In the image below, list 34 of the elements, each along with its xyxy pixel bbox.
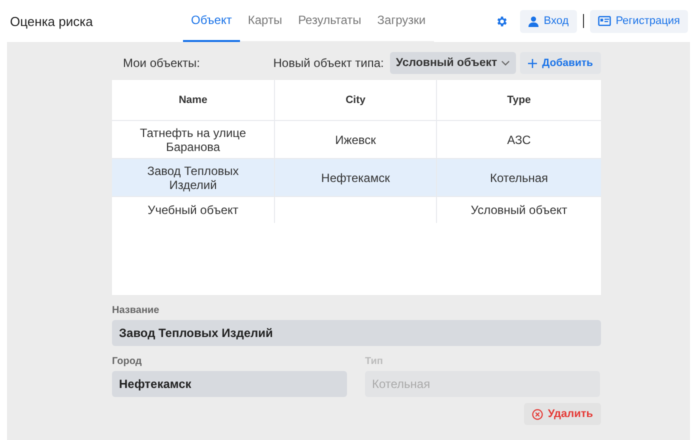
type-dropdown[interactable]: Условный объект	[390, 52, 516, 74]
login-button[interactable]: Вход	[520, 10, 577, 32]
caret-icon	[501, 60, 510, 66]
app-title: Оценка риска	[10, 14, 94, 28]
nav-tab[interactable]: Результаты	[290, 0, 370, 42]
column-header: Type	[506, 93, 532, 108]
plus-icon	[528, 58, 538, 68]
table-row[interactable]: Завод Тепловых Изделий Нефтекамск Котельная	[112, 159, 601, 197]
table-cell: Учебный объект	[148, 203, 238, 217]
table-cell: Условный объект	[470, 203, 568, 217]
table-cell: Котельная	[490, 170, 548, 184]
settings-icon[interactable]	[494, 14, 508, 28]
table-cell: Нефтекамск	[321, 170, 390, 184]
id-card-icon	[598, 16, 611, 26]
column-header: City	[275, 80, 437, 120]
table-cell-text: Татнефть на улице Баранова	[138, 126, 248, 154]
input-field[interactable]: Завод Тепловых Изделий	[112, 320, 601, 346]
nav-tab[interactable]: Карты	[240, 0, 290, 42]
delete-button[interactable]: Удалить	[524, 403, 601, 425]
user-icon	[528, 16, 539, 26]
type-label: Новый объект типа:	[272, 56, 384, 70]
table-row[interactable]: Учебный объект Условный объект	[112, 197, 601, 223]
table-cell-text: Завод Тепловых Изделий	[146, 164, 240, 192]
close-circle-icon	[532, 408, 543, 420]
objects-label: Мои объекты:	[122, 56, 200, 70]
field-label: Название	[112, 305, 160, 316]
field-label: Город	[112, 356, 143, 367]
nav-tab[interactable]: Загрузки	[369, 0, 434, 42]
table-cell: Ижевск	[335, 132, 376, 146]
column-header: Name	[112, 80, 275, 120]
input-field[interactable]: Нефтекамск	[112, 371, 347, 397]
table-cell: АЗС	[507, 132, 531, 146]
add-button[interactable]: Добавить	[520, 52, 601, 74]
register-button[interactable]: Регистрация	[590, 10, 688, 32]
